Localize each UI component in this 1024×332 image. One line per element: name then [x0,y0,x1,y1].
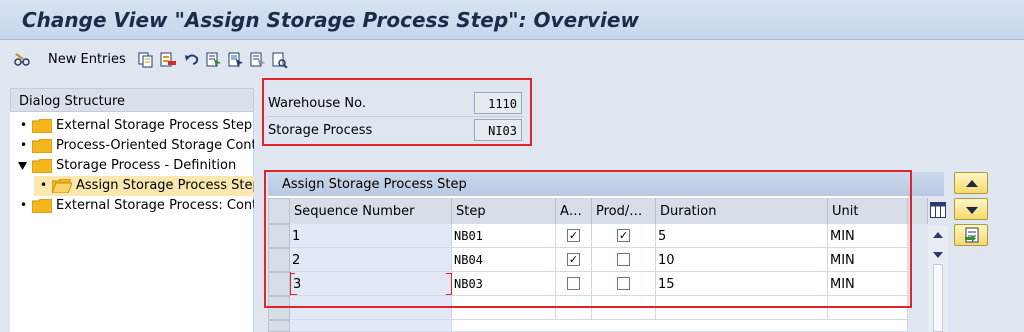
copy-icon[interactable] [138,52,154,68]
dialog-structure-panel: Dialog Structure • External Storage Proc… [10,88,254,332]
select-block-icon[interactable] [228,52,244,68]
table-settings-icon[interactable] [930,202,946,218]
tree-item-label: Assign Storage Process Step [76,178,254,193]
row-selector[interactable] [268,320,290,332]
scroll-down-icon[interactable] [933,252,943,258]
header-highlight-box [262,78,532,146]
tree-item-label: Process-Oriented Storage Cont [56,138,254,153]
open-folder-icon [52,179,72,193]
folder-icon [32,159,52,173]
undo-icon[interactable] [184,52,200,68]
page-title: Change View "Assign Storage Process Step… [22,8,639,32]
folder-icon [32,139,52,153]
bullet-icon: • [20,138,28,152]
expand-triangle-icon[interactable] [18,162,27,170]
application-toolbar: New Entries [0,40,1024,80]
tree-item-storage-process-definition[interactable]: Storage Process - Definition [10,156,254,176]
tree-item-assign-storage-process-step[interactable]: • Assign Storage Process Step [34,176,254,196]
bullet-icon: • [20,118,28,132]
empty-cell[interactable] [452,320,908,332]
position-entry-icon [965,227,979,243]
deselect-all-icon[interactable] [250,52,266,68]
page-up-button[interactable] [954,172,988,194]
new-entries-button[interactable]: New Entries [48,52,126,67]
tree-item-label: Storage Process - Definition [56,158,237,173]
arrow-down-icon [966,207,978,214]
glasses-edit-icon[interactable] [14,52,30,68]
tree-item-process-oriented-storage[interactable]: • Process-Oriented Storage Cont [10,136,254,156]
folder-icon [32,199,52,213]
title-bar: Change View "Assign Storage Process Step… [0,0,1024,40]
tree-item-external-storage-process-step[interactable]: • External Storage Process Step [10,116,254,136]
scroll-thumb[interactable] [933,264,943,332]
tree-item-label: External Storage Process: Cont [56,198,254,213]
where-used-icon[interactable] [272,52,288,68]
page-down-button[interactable] [954,198,988,220]
select-all-icon[interactable] [206,52,222,68]
dialog-structure-title: Dialog Structure [10,88,254,112]
position-button[interactable] [954,224,988,246]
arrow-up-icon [966,180,978,187]
tree-item-external-storage-process-cont[interactable]: • External Storage Process: Cont [10,196,254,216]
delete-icon[interactable] [160,52,176,68]
table-vertical-scrollbar[interactable] [928,226,948,332]
scroll-up-icon[interactable] [933,232,943,238]
bullet-icon: • [40,178,48,192]
empty-cell[interactable] [290,320,452,332]
table-highlight-box [264,170,912,308]
folder-icon [32,119,52,133]
bullet-icon: • [20,198,28,212]
tree-item-label: External Storage Process Step [56,118,253,133]
